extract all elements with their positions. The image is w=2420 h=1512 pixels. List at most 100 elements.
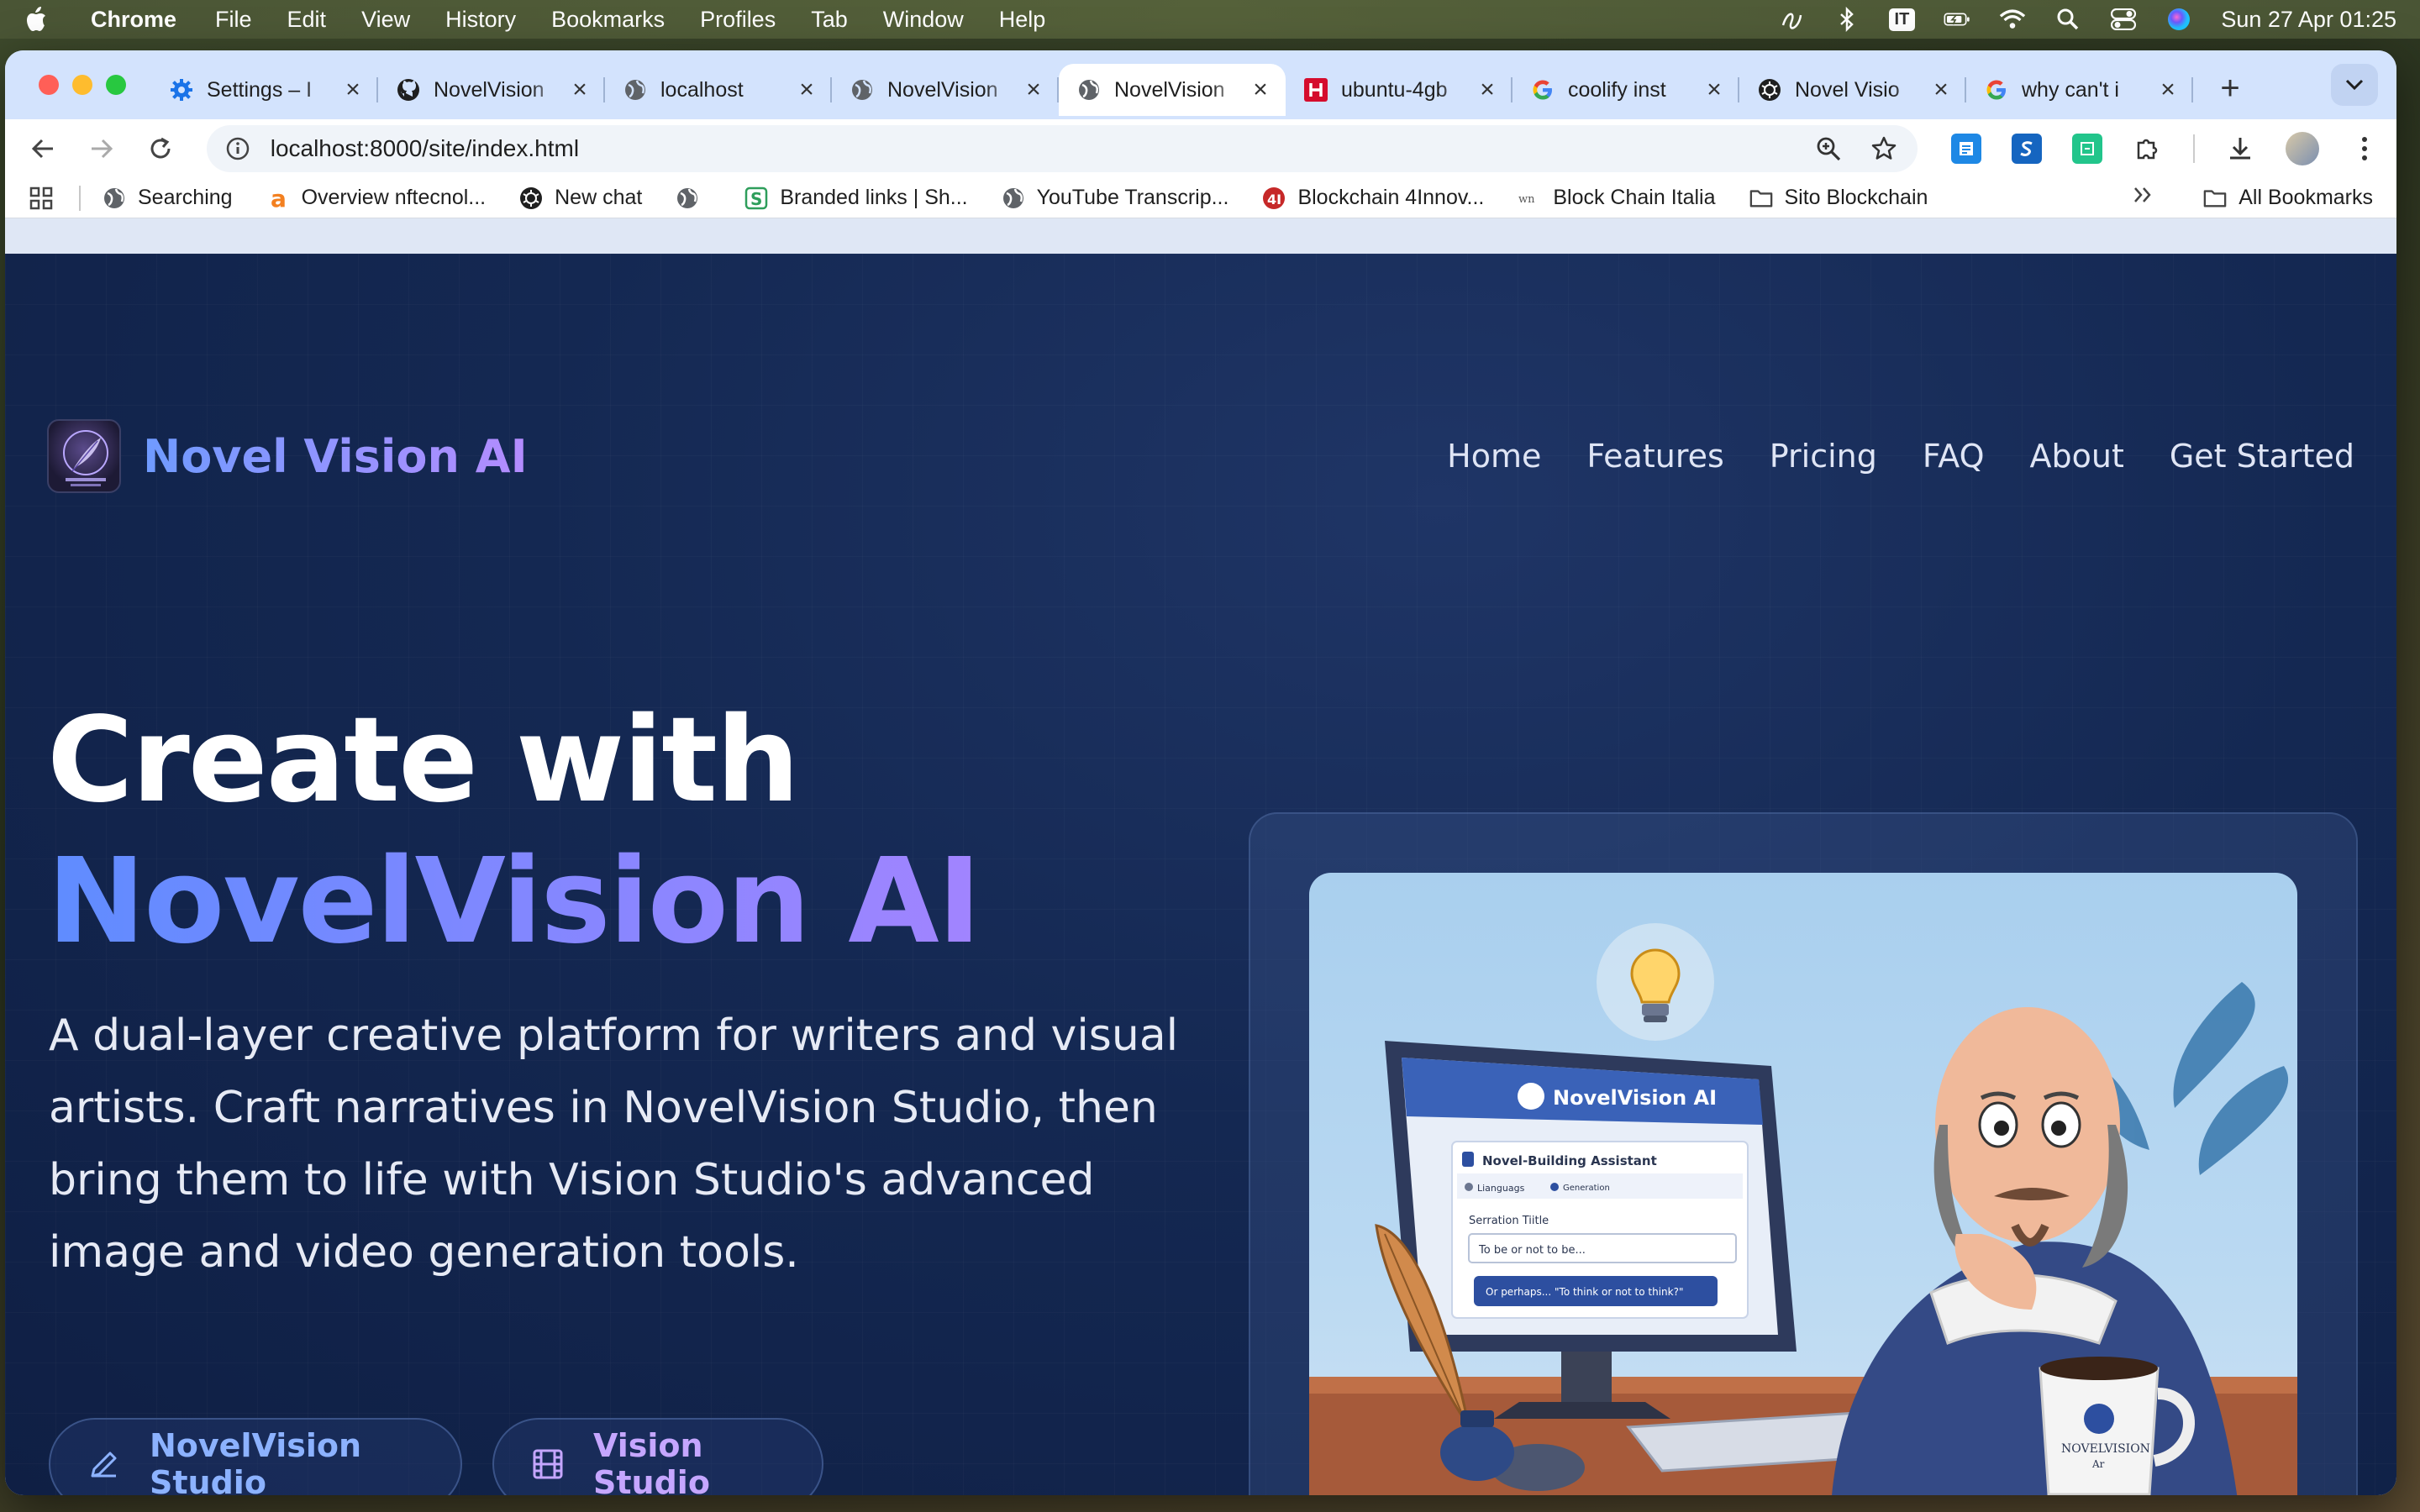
battery-icon[interactable] <box>1944 6 1970 33</box>
nav-faq[interactable]: FAQ <box>1923 438 1985 475</box>
bookmark-sito-blockchain[interactable]: Sito Blockchain <box>1749 186 1928 210</box>
nav-get-started[interactable]: Get Started <box>2170 438 2354 475</box>
svg-text:4I: 4I <box>1267 192 1281 207</box>
bookmark-globe-unnamed[interactable] <box>676 186 711 210</box>
bluetooth-icon[interactable] <box>1833 6 1860 33</box>
menu-help[interactable]: Help <box>999 7 1046 33</box>
close-tab-icon[interactable]: × <box>570 77 590 102</box>
menu-bookmarks[interactable]: Bookmarks <box>551 7 665 33</box>
extensions-puzzle-icon[interactable] <box>2133 134 2163 164</box>
close-window-button[interactable] <box>39 75 59 95</box>
tab-title: Novel Visio <box>1795 77 1900 102</box>
close-tab-icon[interactable]: × <box>1250 77 1270 102</box>
address-bar[interactable]: localhost:8000/site/index.html <box>206 125 1918 172</box>
app-menu-chrome[interactable]: Chrome <box>91 7 176 33</box>
globe-icon <box>623 78 647 102</box>
novelvision-studio-label: NovelVision Studio <box>150 1427 362 1495</box>
bookmark-label: YouTube Transcrip... <box>1036 186 1229 209</box>
generation-tab-text: Generation <box>1563 1184 1610 1193</box>
vision-studio-button[interactable]: Vision Studio <box>492 1418 823 1495</box>
control-center-icon[interactable] <box>2110 6 2137 33</box>
close-tab-icon[interactable]: × <box>1931 77 1951 102</box>
close-tab-icon[interactable]: × <box>797 77 817 102</box>
spotlight-search-icon[interactable] <box>2054 6 2081 33</box>
folder-icon <box>1749 186 1773 210</box>
apps-grid-icon[interactable] <box>29 186 54 211</box>
menu-history[interactable]: History <box>445 7 516 33</box>
tab-settings[interactable]: Settings – I × <box>151 64 378 116</box>
nav-pricing[interactable]: Pricing <box>1770 438 1877 475</box>
url-text[interactable]: localhost:8000/site/index.html <box>271 135 1788 162</box>
minimize-window-button[interactable] <box>72 75 92 95</box>
profile-avatar[interactable] <box>2286 132 2319 165</box>
bookmark-new-chat[interactable]: New chat <box>519 186 642 210</box>
tab-localhost[interactable]: localhost × <box>605 64 832 116</box>
reload-button[interactable] <box>139 128 182 170</box>
menu-tab[interactable]: Tab <box>811 7 848 33</box>
siri-icon[interactable] <box>2165 6 2192 33</box>
more-bookmarks-chevron-icon[interactable] <box>2133 186 2153 210</box>
downloads-icon[interactable] <box>2225 134 2255 164</box>
panel-title-text: Novel-Building Assistant <box>1482 1153 1657 1168</box>
zoom-window-button[interactable] <box>106 75 126 95</box>
menu-profiles[interactable]: Profiles <box>700 7 776 33</box>
site-info-icon[interactable] <box>225 136 250 161</box>
extension-s-icon[interactable] <box>2012 134 2042 164</box>
menu-window[interactable]: Window <box>883 7 964 33</box>
bookmark-overview-nftecnol[interactable]: a Overview nftecnol... <box>266 186 487 210</box>
more-menu-icon[interactable] <box>2349 134 2380 164</box>
site-brand-name[interactable]: Novel Vision AI <box>143 430 528 483</box>
tab-search-button[interactable] <box>2331 64 2378 106</box>
tab-novelvision-active[interactable]: NovelVision × <box>1059 64 1286 116</box>
tab-novelvision-2[interactable]: NovelVision × <box>832 64 1059 116</box>
hetzner-icon <box>1304 78 1328 102</box>
bookmark-label: Sito Blockchain <box>1784 186 1928 209</box>
close-tab-icon[interactable]: × <box>1023 77 1044 102</box>
hero-image-card: NovelVision AI Novel-Building Assistant … <box>1249 812 2358 1495</box>
menu-file[interactable]: File <box>215 7 252 33</box>
openai-icon <box>519 186 543 210</box>
bookmark-branded-links[interactable]: S Branded links | Sh... <box>744 186 968 210</box>
globe-icon <box>676 186 699 210</box>
close-tab-icon[interactable]: × <box>1477 77 1497 102</box>
new-tab-button[interactable]: + <box>2213 70 2247 108</box>
vision-studio-label: Vision Studio <box>593 1427 710 1495</box>
bookmark-label: Block Chain Italia <box>1553 186 1716 209</box>
menu-view[interactable]: View <box>361 7 410 33</box>
scribble-icon[interactable] <box>1778 6 1805 33</box>
novelvision-studio-button[interactable]: NovelVision Studio <box>49 1418 462 1495</box>
close-tab-icon[interactable]: × <box>2158 77 2178 102</box>
tab-chatgpt-novelvision[interactable]: Novel Visio × <box>1739 64 1966 116</box>
bookmark-youtube-transcript[interactable]: YouTube Transcrip... <box>1002 186 1229 210</box>
zoom-icon[interactable] <box>1813 134 1844 164</box>
input-source-badge[interactable]: IT <box>1888 8 1916 31</box>
extension-translate-icon[interactable] <box>2072 134 2102 164</box>
bookmark-searching[interactable]: Searching <box>103 186 233 210</box>
site-logo[interactable] <box>47 419 121 493</box>
nav-about[interactable]: About <box>2030 438 2124 475</box>
apple-menu-icon[interactable] <box>24 5 49 34</box>
close-tab-icon[interactable]: × <box>1704 77 1724 102</box>
all-bookmarks-button[interactable]: All Bookmarks <box>2203 186 2373 210</box>
tab-google-why[interactable]: why can't i × <box>1966 64 2193 116</box>
menubar-datetime[interactable]: Sun 27 Apr 01:25 <box>2221 7 2396 33</box>
back-button[interactable] <box>22 128 64 170</box>
tab-hetzner-ubuntu[interactable]: ubuntu-4gb × <box>1286 64 1512 116</box>
forward-button[interactable] <box>81 128 123 170</box>
tab-google-coolify[interactable]: coolify inst × <box>1512 64 1739 116</box>
bookmark-block-chain-italia[interactable]: wn Block Chain Italia <box>1518 186 1715 210</box>
page-viewport: Novel Vision AI Home Features Pricing FA… <box>5 254 2396 1495</box>
a-icon: a <box>266 186 290 210</box>
bookmark-blockchain-4innov[interactable]: 4I Blockchain 4Innov... <box>1262 186 1484 210</box>
close-tab-icon[interactable]: × <box>343 77 363 102</box>
bookmark-label: Overview nftecnol... <box>301 186 487 209</box>
bookmark-label: Searching <box>138 186 233 209</box>
google-icon <box>1985 78 2008 102</box>
menu-edit[interactable]: Edit <box>287 7 327 33</box>
extension-reader-icon[interactable] <box>1951 134 1981 164</box>
nav-home[interactable]: Home <box>1447 438 1541 475</box>
bookmark-star-icon[interactable] <box>1869 134 1899 164</box>
tab-github-novelvision[interactable]: NovelVision × <box>378 64 605 116</box>
wifi-icon[interactable] <box>1999 6 2026 33</box>
nav-features[interactable]: Features <box>1586 438 1723 475</box>
